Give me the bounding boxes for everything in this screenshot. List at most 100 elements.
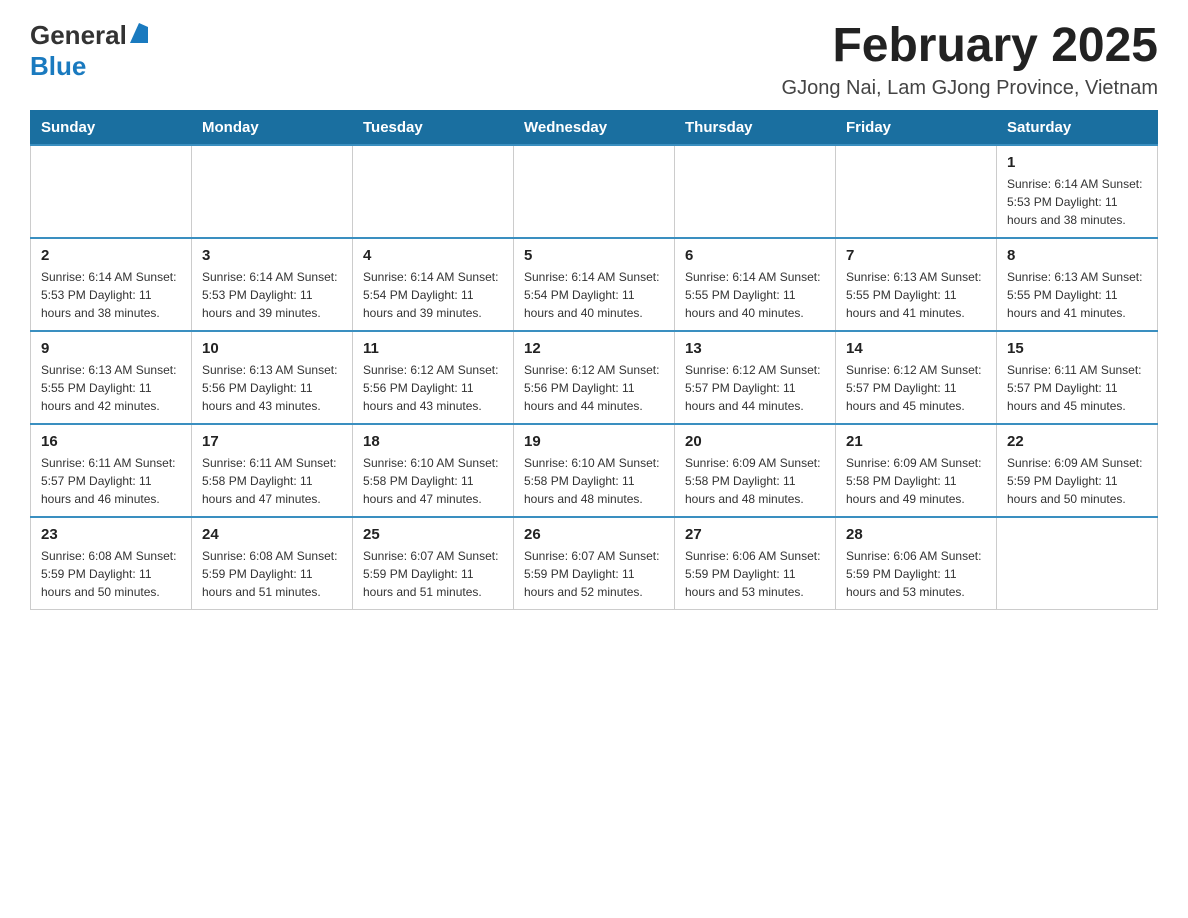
day-of-week-saturday: Saturday [997, 110, 1158, 145]
calendar-cell: 14 Sunrise: 6:12 AM Sunset: 5:57 PM Dayli… [836, 331, 997, 424]
calendar-table: SundayMondayTuesdayWednesdayThursdayFrid… [30, 110, 1158, 610]
logo: General Blue [30, 20, 148, 82]
calendar-week-row: 23 Sunrise: 6:08 AM Sunset: 5:59 PM Dayli… [31, 517, 1158, 610]
calendar-cell: 2Sunrise: 6:14 AM Sunset: 5:53 PM Daylig… [31, 238, 192, 331]
calendar-cell [353, 145, 514, 238]
calendar-cell: 23 Sunrise: 6:08 AM Sunset: 5:59 PM Dayli… [31, 517, 192, 610]
calendar-cell [31, 145, 192, 238]
day-info: Sunrise: 6:08 AM Sunset: 5:59 PM Dayligh… [202, 547, 342, 601]
day-info: Sunrise: 6:07 AM Sunset: 5:59 PM Dayligh… [363, 547, 503, 601]
day-info: Sunrise: 6:08 AM Sunset: 5:59 PM Dayligh… [41, 547, 181, 601]
day-number: 18 [363, 433, 503, 450]
day-number: 12 [524, 340, 664, 357]
calendar-cell: 6 Sunrise: 6:14 AM Sunset: 5:55 PM Daylig… [675, 238, 836, 331]
day-of-week-monday: Monday [192, 110, 353, 145]
day-info: Sunrise: 6:06 AM Sunset: 5:59 PM Dayligh… [846, 547, 986, 601]
calendar-cell: 1Sunrise: 6:14 AM Sunset: 5:53 PM Daylig… [997, 145, 1158, 238]
day-info: Sunrise: 6:14 AM Sunset: 5:54 PM Dayligh… [524, 268, 664, 322]
calendar-cell: 16Sunrise: 6:11 AM Sunset: 5:57 PM Dayli… [31, 424, 192, 517]
day-info: Sunrise: 6:09 AM Sunset: 5:58 PM Dayligh… [846, 454, 986, 508]
day-info: Sunrise: 6:06 AM Sunset: 5:59 PM Dayligh… [685, 547, 825, 601]
day-number: 19 [524, 433, 664, 450]
title-section: February 2025 GJong Nai, Lam GJong Provi… [782, 20, 1158, 100]
calendar-cell: 25 Sunrise: 6:07 AM Sunset: 5:59 PM Dayli… [353, 517, 514, 610]
calendar-header-row: SundayMondayTuesdayWednesdayThursdayFrid… [31, 110, 1158, 145]
calendar-cell [997, 517, 1158, 610]
calendar-cell: 12 Sunrise: 6:12 AM Sunset: 5:56 PM Dayli… [514, 331, 675, 424]
calendar-week-row: 9 Sunrise: 6:13 AM Sunset: 5:55 PM Daylig… [31, 331, 1158, 424]
day-number: 3 [202, 247, 342, 264]
day-number: 9 [41, 340, 181, 357]
logo-arrow-icon [130, 23, 148, 48]
day-number: 15 [1007, 340, 1147, 357]
day-number: 25 [363, 526, 503, 543]
calendar-cell: 22 Sunrise: 6:09 AM Sunset: 5:59 PM Dayli… [997, 424, 1158, 517]
calendar-cell: 26 Sunrise: 6:07 AM Sunset: 5:59 PM Dayli… [514, 517, 675, 610]
calendar-cell [836, 145, 997, 238]
day-number: 23 [41, 526, 181, 543]
day-info: Sunrise: 6:09 AM Sunset: 5:59 PM Dayligh… [1007, 454, 1147, 508]
day-number: 27 [685, 526, 825, 543]
day-number: 22 [1007, 433, 1147, 450]
day-info: Sunrise: 6:12 AM Sunset: 5:57 PM Dayligh… [685, 361, 825, 415]
page-header: General Blue February 2025 GJong Nai, La… [30, 20, 1158, 100]
month-year-title: February 2025 [782, 20, 1158, 73]
day-info: Sunrise: 6:12 AM Sunset: 5:56 PM Dayligh… [524, 361, 664, 415]
day-info: Sunrise: 6:13 AM Sunset: 5:55 PM Dayligh… [41, 361, 181, 415]
day-info: Sunrise: 6:07 AM Sunset: 5:59 PM Dayligh… [524, 547, 664, 601]
logo-blue-text: Blue [30, 51, 86, 82]
day-number: 14 [846, 340, 986, 357]
day-number: 10 [202, 340, 342, 357]
day-info: Sunrise: 6:13 AM Sunset: 5:55 PM Dayligh… [846, 268, 986, 322]
day-of-week-thursday: Thursday [675, 110, 836, 145]
calendar-cell: 21 Sunrise: 6:09 AM Sunset: 5:58 PM Dayli… [836, 424, 997, 517]
calendar-cell [675, 145, 836, 238]
day-number: 1 [1007, 154, 1147, 171]
calendar-week-row: 1Sunrise: 6:14 AM Sunset: 5:53 PM Daylig… [31, 145, 1158, 238]
calendar-cell: 20 Sunrise: 6:09 AM Sunset: 5:58 PM Dayli… [675, 424, 836, 517]
day-number: 24 [202, 526, 342, 543]
calendar-cell [514, 145, 675, 238]
day-info: Sunrise: 6:12 AM Sunset: 5:57 PM Dayligh… [846, 361, 986, 415]
day-number: 6 [685, 247, 825, 264]
day-of-week-tuesday: Tuesday [353, 110, 514, 145]
day-number: 20 [685, 433, 825, 450]
day-info: Sunrise: 6:10 AM Sunset: 5:58 PM Dayligh… [363, 454, 503, 508]
logo-general-text: General [30, 20, 127, 51]
day-number: 21 [846, 433, 986, 450]
calendar-cell: 9 Sunrise: 6:13 AM Sunset: 5:55 PM Daylig… [31, 331, 192, 424]
calendar-cell: 27 Sunrise: 6:06 AM Sunset: 5:59 PM Dayli… [675, 517, 836, 610]
calendar-cell: 5Sunrise: 6:14 AM Sunset: 5:54 PM Daylig… [514, 238, 675, 331]
calendar-week-row: 16Sunrise: 6:11 AM Sunset: 5:57 PM Dayli… [31, 424, 1158, 517]
day-info: Sunrise: 6:14 AM Sunset: 5:55 PM Dayligh… [685, 268, 825, 322]
day-info: Sunrise: 6:14 AM Sunset: 5:53 PM Dayligh… [202, 268, 342, 322]
day-number: 16 [41, 433, 181, 450]
day-info: Sunrise: 6:13 AM Sunset: 5:55 PM Dayligh… [1007, 268, 1147, 322]
calendar-cell: 28Sunrise: 6:06 AM Sunset: 5:59 PM Dayli… [836, 517, 997, 610]
calendar-cell: 4Sunrise: 6:14 AM Sunset: 5:54 PM Daylig… [353, 238, 514, 331]
day-number: 8 [1007, 247, 1147, 264]
day-of-week-wednesday: Wednesday [514, 110, 675, 145]
calendar-cell: 10 Sunrise: 6:13 AM Sunset: 5:56 PM Dayli… [192, 331, 353, 424]
day-of-week-sunday: Sunday [31, 110, 192, 145]
day-info: Sunrise: 6:11 AM Sunset: 5:58 PM Dayligh… [202, 454, 342, 508]
day-number: 11 [363, 340, 503, 357]
calendar-cell: 18 Sunrise: 6:10 AM Sunset: 5:58 PM Dayli… [353, 424, 514, 517]
calendar-cell: 11Sunrise: 6:12 AM Sunset: 5:56 PM Dayli… [353, 331, 514, 424]
calendar-week-row: 2Sunrise: 6:14 AM Sunset: 5:53 PM Daylig… [31, 238, 1158, 331]
calendar-cell: 8 Sunrise: 6:13 AM Sunset: 5:55 PM Daylig… [997, 238, 1158, 331]
day-info: Sunrise: 6:13 AM Sunset: 5:56 PM Dayligh… [202, 361, 342, 415]
calendar-cell [192, 145, 353, 238]
day-info: Sunrise: 6:11 AM Sunset: 5:57 PM Dayligh… [1007, 361, 1147, 415]
calendar-cell: 3 Sunrise: 6:14 AM Sunset: 5:53 PM Daylig… [192, 238, 353, 331]
day-info: Sunrise: 6:09 AM Sunset: 5:58 PM Dayligh… [685, 454, 825, 508]
calendar-cell: 19 Sunrise: 6:10 AM Sunset: 5:58 PM Dayli… [514, 424, 675, 517]
calendar-cell: 24 Sunrise: 6:08 AM Sunset: 5:59 PM Dayli… [192, 517, 353, 610]
day-number: 17 [202, 433, 342, 450]
location-subtitle: GJong Nai, Lam GJong Province, Vietnam [782, 77, 1158, 100]
calendar-cell: 13Sunrise: 6:12 AM Sunset: 5:57 PM Dayli… [675, 331, 836, 424]
day-number: 26 [524, 526, 664, 543]
day-info: Sunrise: 6:10 AM Sunset: 5:58 PM Dayligh… [524, 454, 664, 508]
calendar-cell: 7Sunrise: 6:13 AM Sunset: 5:55 PM Daylig… [836, 238, 997, 331]
day-info: Sunrise: 6:14 AM Sunset: 5:53 PM Dayligh… [41, 268, 181, 322]
